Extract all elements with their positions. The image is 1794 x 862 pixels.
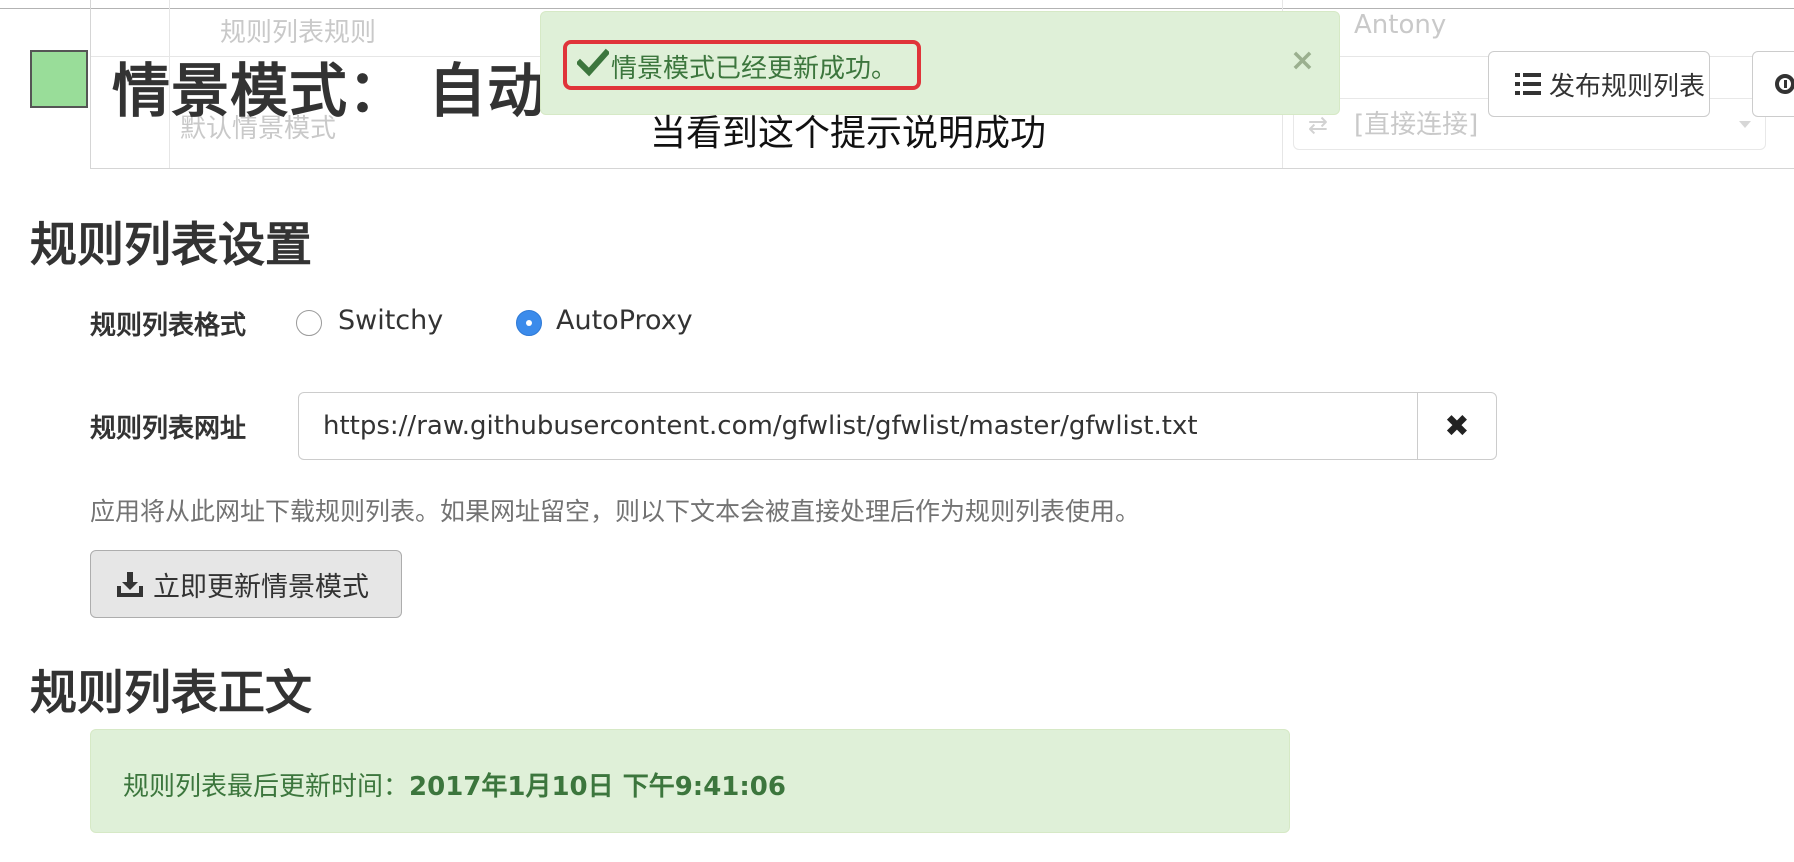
annotation-text: 当看到这个提示说明成功 [650,113,1047,154]
radio-switchy[interactable] [296,310,322,336]
url-help-text: 应用将从此网址下载规则列表。如果网址留空，则以下文本会被直接处理后作为规则列表使… [90,497,1141,526]
profile-color-swatch [30,50,88,108]
url-label: 规则列表网址 [90,414,247,444]
last-updated-prefix: 规则列表最后更新时间： [123,772,410,802]
check-icon [577,48,609,77]
download-icon [117,572,143,597]
background-select-value: [直接连接] [1354,110,1479,140]
publish-rules-label: 发布规则列表 [1549,71,1706,102]
export-button[interactable] [1752,51,1794,117]
format-label: 规则列表格式 [90,311,247,341]
rules-url-input[interactable] [298,392,1418,460]
last-updated-time: 2017年1月10日 下午9:41:06 [409,772,786,802]
publish-rules-button[interactable]: 发布规则列表 [1488,51,1710,117]
radio-autoproxy-label[interactable]: AutoProxy [556,305,693,336]
alert-message: 情景模式已经更新成功。 [611,54,898,84]
close-icon[interactable]: × [1290,46,1315,76]
circle-icon [1775,74,1794,94]
section-title-settings: 规则列表设置 [30,218,312,273]
update-profile-label: 立即更新情景模式 [153,571,369,603]
list-icon [1515,73,1541,95]
close-icon: ✖ [1444,408,1470,444]
last-updated-box: 规则列表最后更新时间：2017年1月10日 下午9:41:06 [90,729,1290,833]
chevron-down-icon [1739,121,1751,128]
update-profile-button[interactable]: 立即更新情景模式 [90,550,402,618]
page-title: 情景模式： 自动 [112,57,547,125]
section-title-content: 规则列表正文 [30,666,312,721]
radio-autoproxy[interactable] [516,310,542,336]
last-updated-text: 规则列表最后更新时间：2017年1月10日 下午9:41:06 [123,766,786,803]
success-alert: 情景模式已经更新成功。 × [540,11,1340,115]
clear-url-button[interactable]: ✖ [1417,392,1497,460]
background-user-name: Antony [1354,10,1447,40]
radio-switchy-label[interactable]: Switchy [338,305,443,336]
